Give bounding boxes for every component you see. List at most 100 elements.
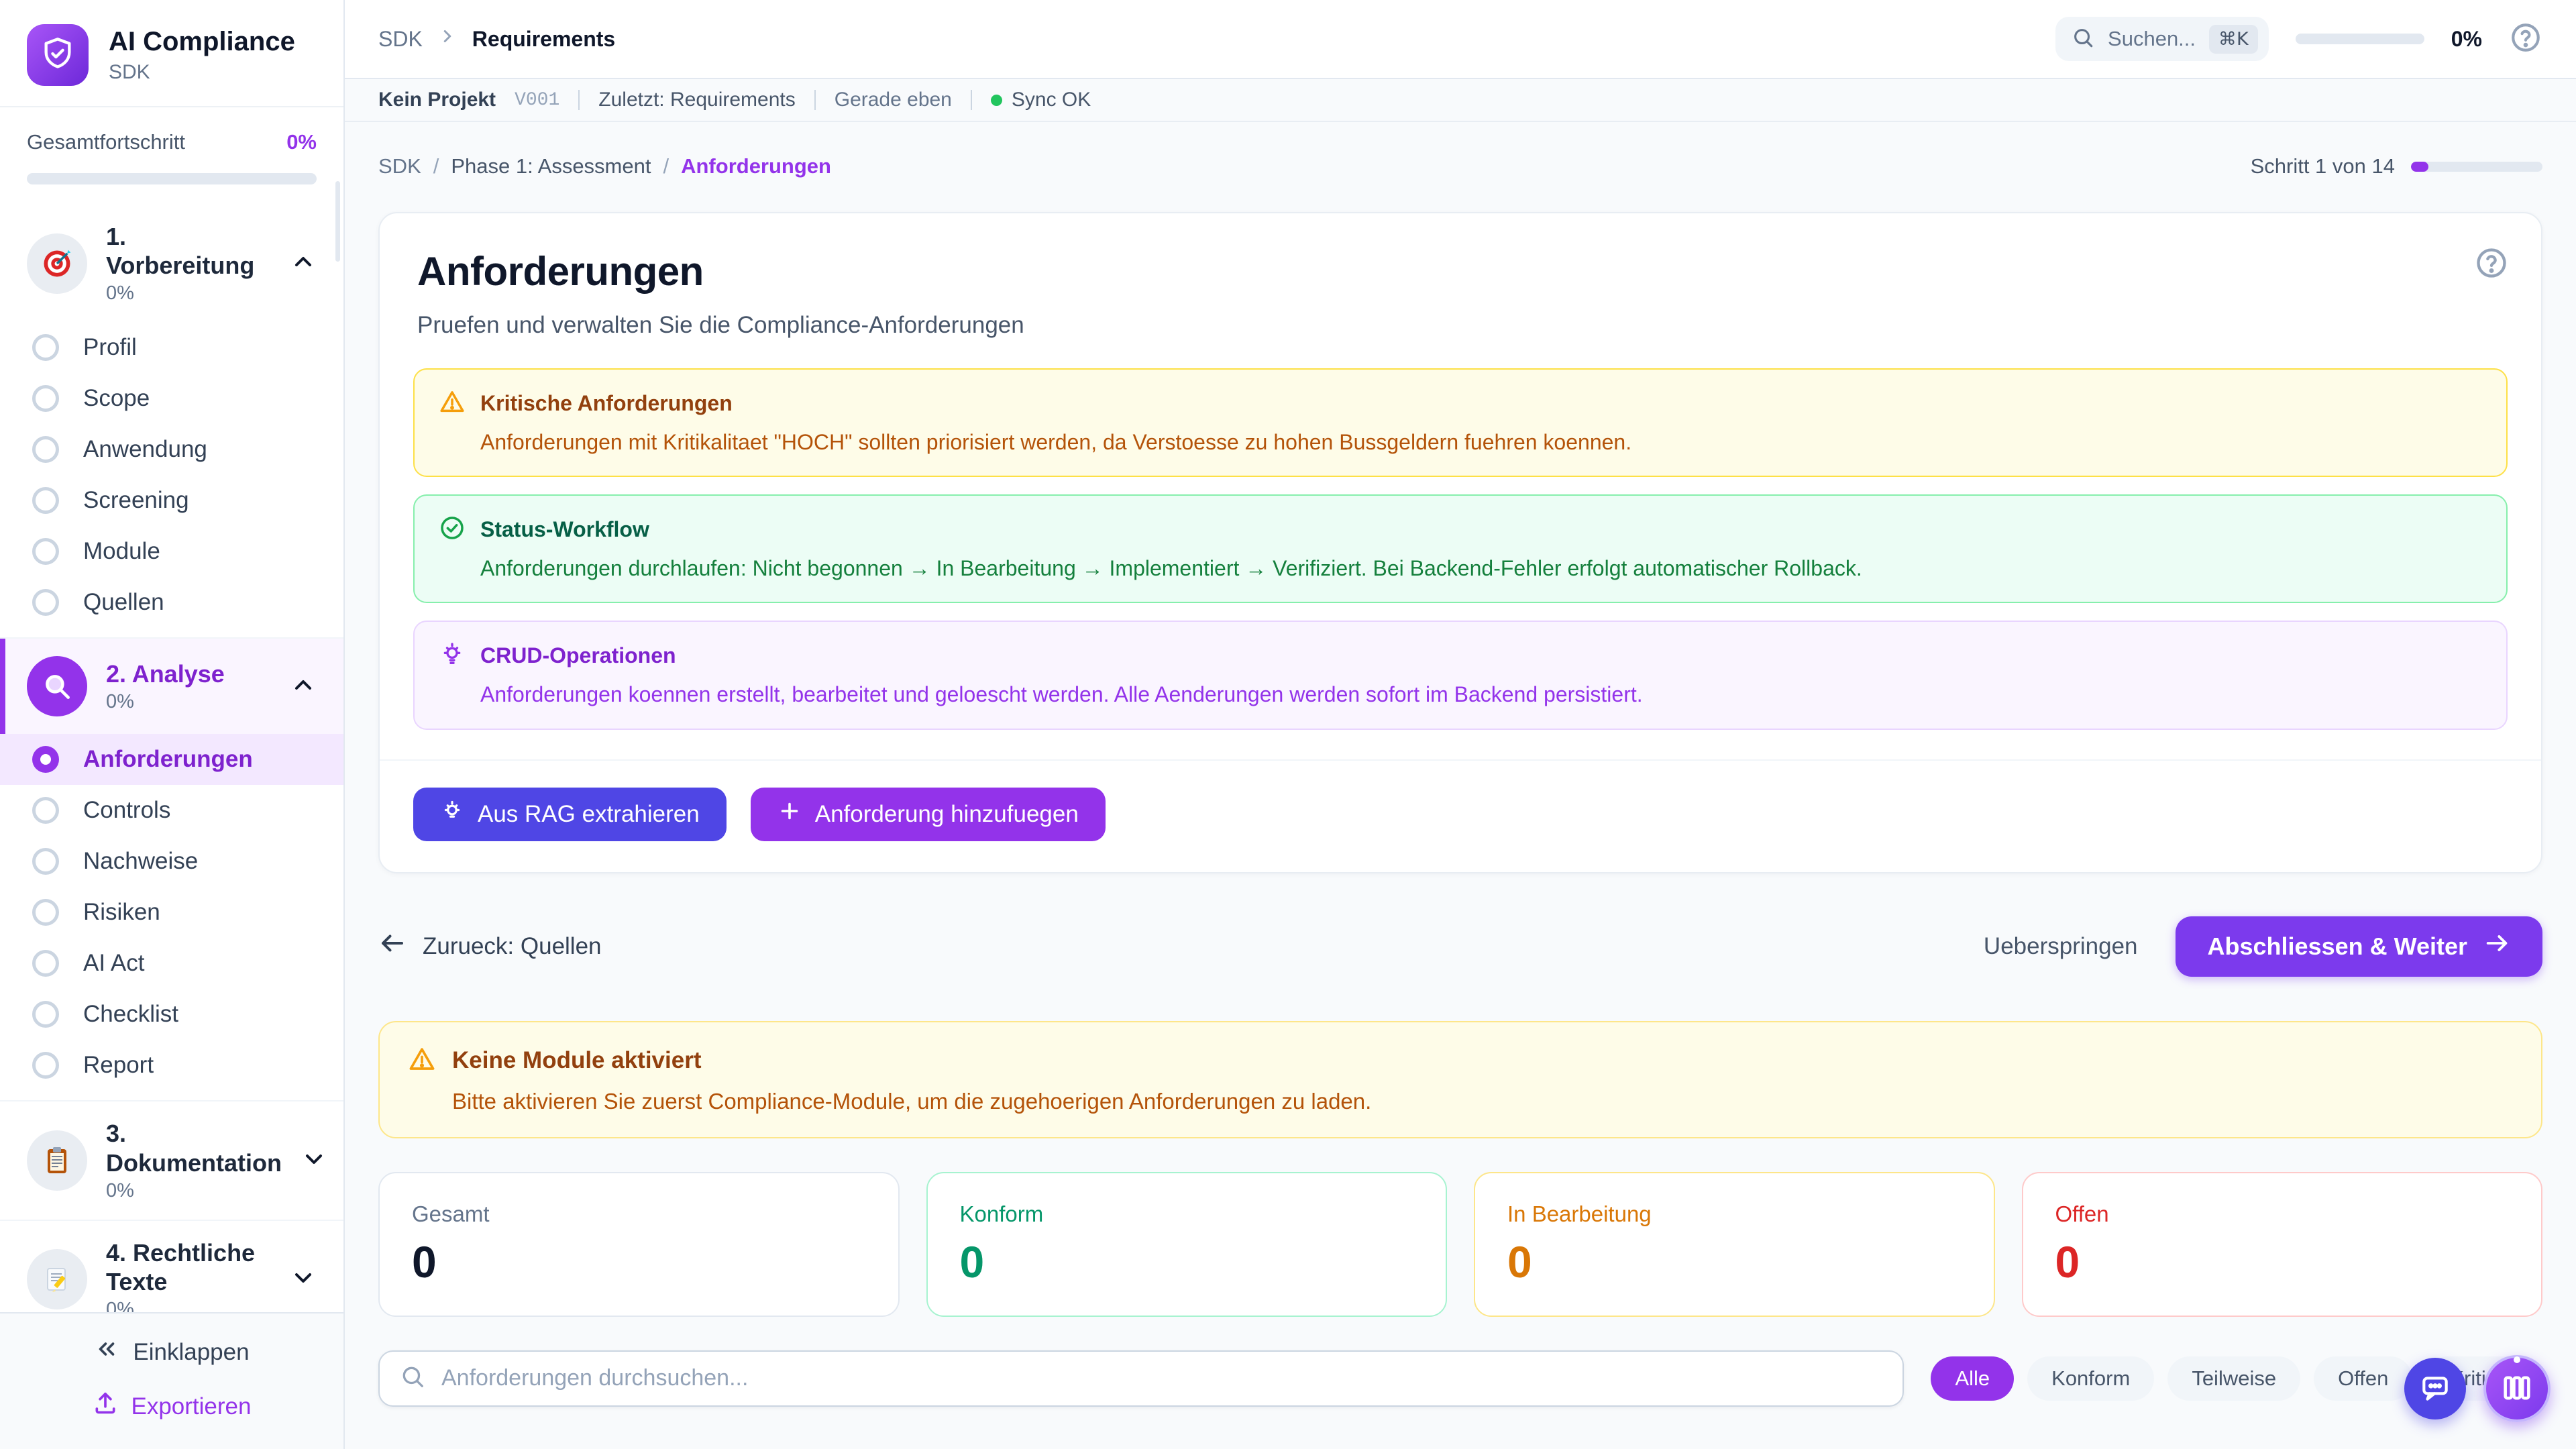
breadcrumb-phase[interactable]: Phase 1: Assessment [451,154,651,178]
sidebar-item-checklist[interactable]: Checklist [0,989,343,1040]
step-radio [32,899,59,926]
overall-progress-label: Gesamtfortschritt [27,130,185,154]
project-version: V001 [515,90,559,111]
sidebar-section-rechtliche-texte: 4. Rechtliche Texte 0% [0,1220,343,1312]
search-icon [400,1364,425,1393]
extract-from-rag-button[interactable]: Aus RAG extrahieren [413,788,727,841]
main-area: SDK Requirements Suchen... ⌘K 0% [345,0,2576,1449]
sync-label: Sync OK [1012,89,1091,111]
step-radio [32,950,59,977]
page-title: Anforderungen [417,248,2504,294]
sidebar-item-anforderungen[interactable]: Anforderungen [0,734,343,785]
global-search[interactable]: Suchen... ⌘K [2055,17,2269,61]
section-percent: 0% [106,1180,282,1202]
section-percent: 0% [106,1299,271,1312]
sidebar-item-scope[interactable]: Scope [0,373,343,424]
sidebar-item-anwendung[interactable]: Anwendung [0,424,343,475]
requirements-search [378,1350,1904,1407]
arrow-right-icon [2483,930,2510,963]
collapse-sidebar-button[interactable]: Einklappen [94,1336,249,1368]
export-button[interactable]: Exportieren [93,1391,252,1422]
sidebar-item-nachweise[interactable]: Nachweise [0,836,343,887]
upload-icon [93,1391,118,1422]
alert-status-workflow: Status-Workflow Anforderungen durchlaufe… [413,494,2508,603]
filter-pill-konform[interactable]: Konform [2027,1356,2154,1401]
section-label: 2. Analyse [106,659,271,688]
step-radio [32,848,59,875]
section-label: 1. Vorbereitung [106,222,271,280]
divider [814,90,816,110]
breadcrumb-root[interactable]: SDK [378,27,423,52]
help-icon[interactable] [2509,21,2542,58]
section-header-vorbereitung[interactable]: 1. Vorbereitung 0% [0,205,343,322]
sidebar-item-screening[interactable]: Screening [0,475,343,526]
warning-triangle-icon [408,1045,436,1077]
lightbulb-icon [440,799,464,829]
sidebar-item-module[interactable]: Module [0,526,343,577]
step-progress-fill [2411,162,2428,172]
step-radio [32,334,59,361]
sidebar-item-report[interactable]: Report [0,1040,343,1091]
add-requirement-button[interactable]: Anforderung hinzufuegen [751,788,1106,841]
filter-row: Alle Konform Teilweise Offen Kritisch [378,1350,2542,1407]
section-header-analyse[interactable]: 2. Analyse 0% [0,639,343,734]
sidebar-item-ai-act[interactable]: AI Act [0,938,343,989]
step-radio-selected [32,746,59,773]
clipboard-icon [27,1130,87,1191]
chat-bubble-icon [2418,1371,2452,1407]
sidebar-section-analyse: 2. Analyse 0% Anforderungen Controls Nac… [0,637,343,1100]
check-circle-icon [439,515,466,545]
topbar-breadcrumb: SDK Requirements [378,26,615,52]
anforderungen-card: Anforderungen Pruefen und verwalten Sie … [378,212,2542,873]
requirements-search-input[interactable] [441,1365,1882,1391]
skip-button[interactable]: Ueberspringen [1984,933,2138,960]
header-progress-bar [2296,34,2424,44]
chat-assistant-button[interactable] [2404,1358,2466,1419]
app-name: AI Compliance [109,26,295,57]
sidebar-item-quellen[interactable]: Quellen [0,577,343,628]
project-name: Kein Projekt [378,89,496,111]
filter-pill-teilweise[interactable]: Teilweise [2167,1356,2300,1401]
app-title-block: AI Compliance SDK [109,26,295,84]
stats-row: Gesamt 0 Konform 0 In Bearbeitung 0 Offe… [378,1172,2542,1317]
step-radio [32,436,59,463]
plus-icon [777,799,802,829]
chevron-up-icon [290,248,317,278]
header-progress-value: 0% [2451,27,2482,52]
sidebar-item-controls[interactable]: Controls [0,785,343,836]
chevron-right-icon [437,26,458,52]
breadcrumb-current: Requirements [472,27,615,52]
sidebar: AI Compliance SDK Gesamtfortschritt 0% [0,0,345,1449]
stat-card-konform: Konform 0 [926,1172,1448,1317]
step-radio [32,385,59,412]
sidebar-item-profil[interactable]: Profil [0,322,343,373]
no-modules-warning: Keine Module aktiviert Bitte aktivieren … [378,1021,2542,1138]
chevron-down-icon [290,1265,317,1295]
step-radio [32,1001,59,1028]
sidebar-section-vorbereitung: 1. Vorbereitung 0% Profil Scope Anwendun… [0,205,343,637]
topbar: SDK Requirements Suchen... ⌘K 0% [345,0,2576,79]
stat-card-gesamt: Gesamt 0 [378,1172,900,1317]
page-content: SDK / Phase 1: Assessment / Anforderunge… [345,122,2576,1449]
filter-pill-offen[interactable]: Offen [2314,1356,2412,1401]
back-to-quellen-button[interactable]: Zurueck: Quellen [378,929,602,963]
step-label: Schritt 1 von 14 [2251,154,2395,178]
help-icon[interactable] [2474,246,2509,284]
section-header-dokumentation[interactable]: 3. Dokumentation 0% [0,1102,343,1219]
step-radio [32,487,59,514]
app-root: AI Compliance SDK Gesamtfortschritt 0% [0,0,2576,1449]
arrow-left-icon [378,929,407,963]
step-radio [32,1052,59,1079]
section-percent: 0% [106,282,271,305]
stat-card-in-bearbeitung: In Bearbeitung 0 [1474,1172,1995,1317]
complete-and-next-button[interactable]: Abschliessen & Weiter [2176,916,2542,977]
floating-buttons [2404,1355,2551,1422]
breadcrumb-sdk[interactable]: SDK [378,154,421,178]
filter-pill-alle[interactable]: Alle [1931,1356,2014,1401]
sidebar-item-risiken[interactable]: Risiken [0,887,343,938]
sidebar-footer: Einklappen Exportieren [0,1312,343,1449]
kanban-board-button[interactable] [2483,1355,2551,1422]
warning-triangle-icon [439,388,466,419]
wizard-navigation: Zurueck: Quellen Ueberspringen Abschlies… [378,916,2542,977]
section-header-rechtliche-texte[interactable]: 4. Rechtliche Texte 0% [0,1221,343,1312]
